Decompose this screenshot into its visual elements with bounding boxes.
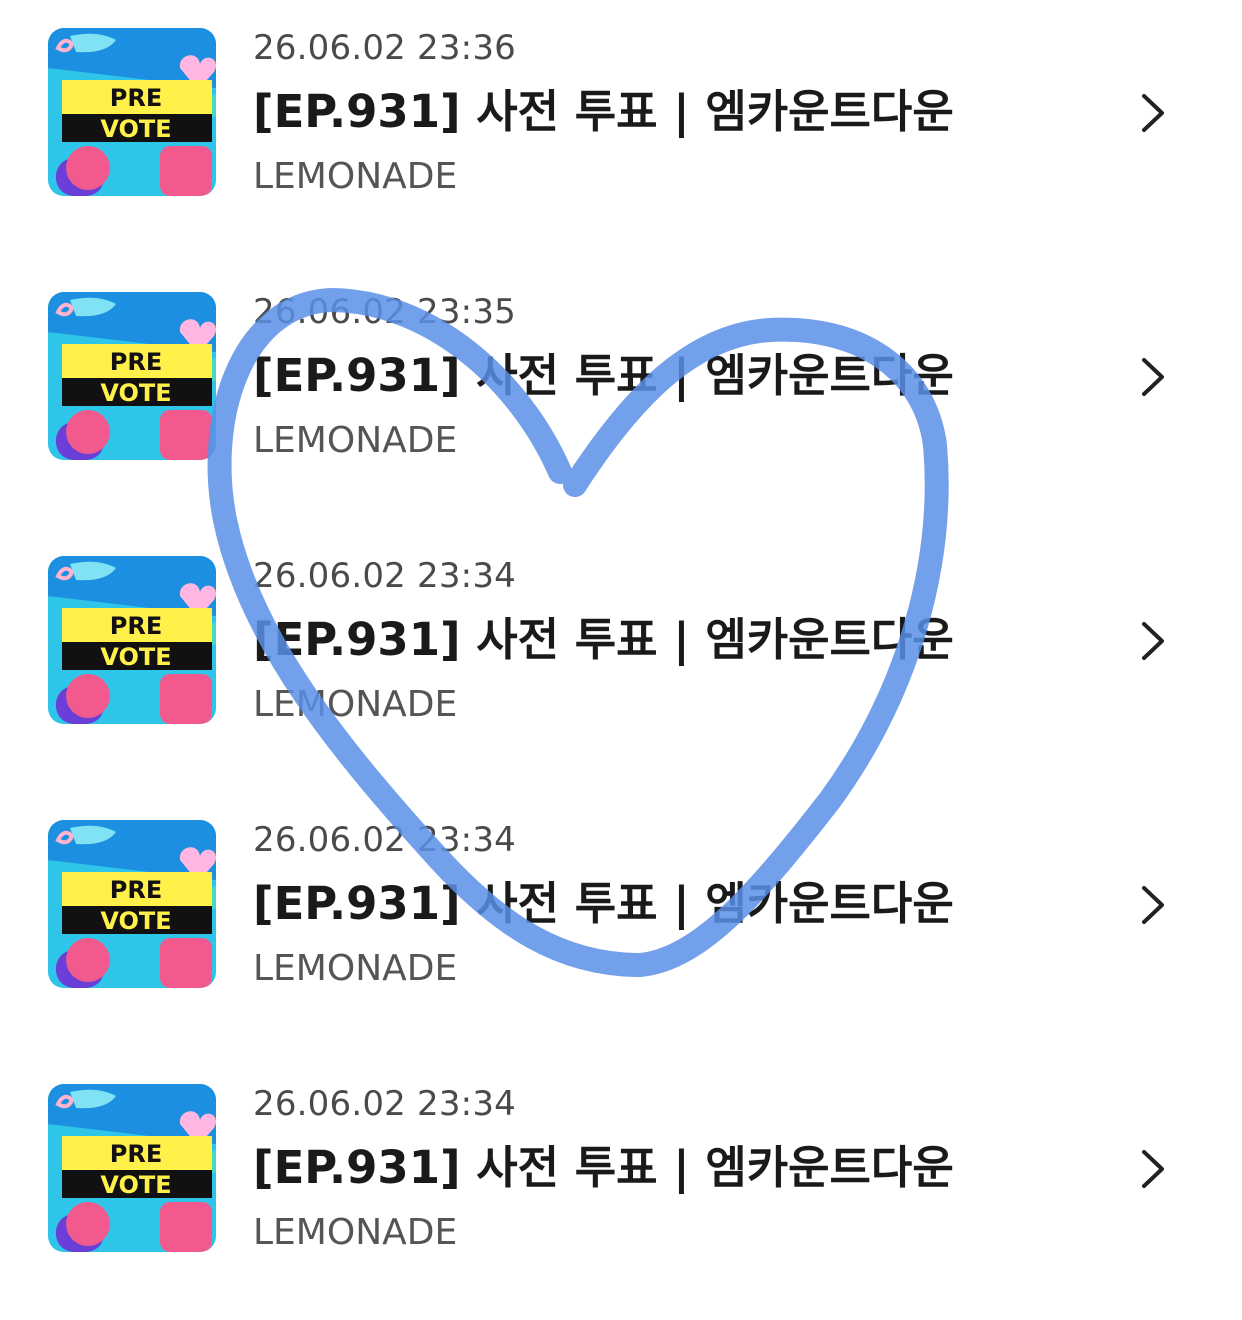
item-artist: LEMONADE <box>253 420 458 461</box>
chevron-right-icon[interactable] <box>1138 884 1168 926</box>
thumbnail-text-pre: PRE <box>110 84 162 112</box>
thumbnail-text-vote: VOTE <box>100 115 171 143</box>
item-title: [EP.931] 사전 투표 | 엠카운트다운 <box>253 1141 954 1194</box>
item-title: [EP.931] 사전 투표 | 엠카운트다운 <box>253 877 954 930</box>
pre-vote-thumbnail: PRE VOTE <box>48 820 216 988</box>
item-artist: LEMONADE <box>253 948 458 989</box>
item-date: 26.06.02 23:34 <box>253 820 516 860</box>
item-title: [EP.931] 사전 투표 | 엠카운트다운 <box>253 613 954 666</box>
vote-history-list: PRE VOTE 26.06.02 23:36 [EP.931] 사전 투표 |… <box>0 0 1242 1312</box>
chevron-right-icon[interactable] <box>1138 356 1168 398</box>
pre-vote-thumbnail: PRE VOTE <box>48 28 216 196</box>
chevron-right-icon[interactable] <box>1138 1148 1168 1190</box>
pre-vote-thumbnail: PRE VOTE <box>48 292 216 460</box>
list-item[interactable]: PRE VOTE 26.06.02 23:34 [EP.931] 사전 투표 |… <box>0 1056 1242 1320</box>
item-date: 26.06.02 23:36 <box>253 28 516 68</box>
pre-vote-thumbnail: PRE VOTE <box>48 1084 216 1252</box>
item-artist: LEMONADE <box>253 684 458 725</box>
thumbnail-text-pre: PRE <box>110 612 162 640</box>
thumbnail-text-pre: PRE <box>110 1140 162 1168</box>
item-title: [EP.931] 사전 투표 | 엠카운트다운 <box>253 349 954 402</box>
list-item[interactable]: PRE VOTE 26.06.02 23:34 [EP.931] 사전 투표 |… <box>0 528 1242 792</box>
item-date: 26.06.02 23:34 <box>253 1084 516 1124</box>
thumbnail-text-vote: VOTE <box>100 1171 171 1199</box>
item-artist: LEMONADE <box>253 156 458 197</box>
thumbnail-text-pre: PRE <box>110 876 162 904</box>
thumbnail-text-vote: VOTE <box>100 379 171 407</box>
item-date: 26.06.02 23:34 <box>253 556 516 596</box>
item-title: [EP.931] 사전 투표 | 엠카운트다운 <box>253 85 954 138</box>
pre-vote-thumbnail: PRE VOTE <box>48 556 216 724</box>
list-item[interactable]: PRE VOTE 26.06.02 23:36 [EP.931] 사전 투표 |… <box>0 0 1242 264</box>
chevron-right-icon[interactable] <box>1138 620 1168 662</box>
thumbnail-text-vote: VOTE <box>100 907 171 935</box>
thumbnail-text-vote: VOTE <box>100 643 171 671</box>
chevron-right-icon[interactable] <box>1138 92 1168 134</box>
item-artist: LEMONADE <box>253 1212 458 1253</box>
item-date: 26.06.02 23:35 <box>253 292 516 332</box>
thumbnail-text-pre: PRE <box>110 348 162 376</box>
list-item[interactable]: PRE VOTE 26.06.02 23:34 [EP.931] 사전 투표 |… <box>0 792 1242 1056</box>
list-item[interactable]: PRE VOTE 26.06.02 23:35 [EP.931] 사전 투표 |… <box>0 264 1242 528</box>
